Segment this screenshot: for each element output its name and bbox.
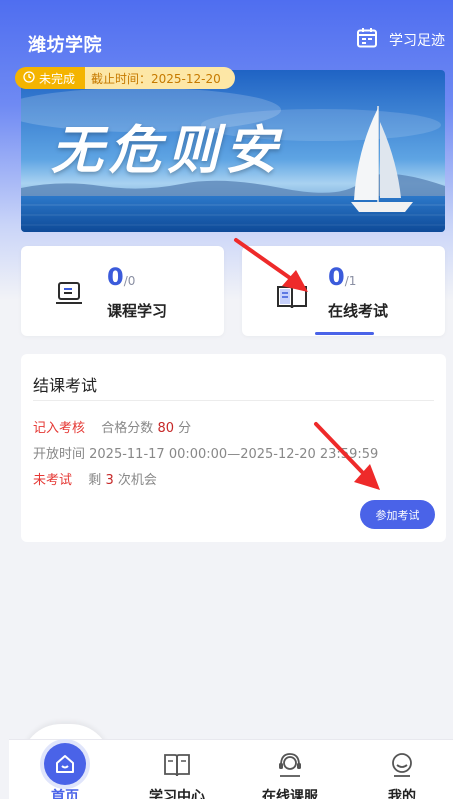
banner-slogan: 无危则安 — [51, 120, 284, 181]
home-icon[interactable] — [44, 743, 86, 785]
tab-study-center[interactable]: 学习中心 — [127, 740, 227, 799]
assess-tag: 记入考核 — [33, 421, 86, 436]
pass-score-unit: 分 — [178, 421, 192, 436]
chances-prefix: 剩 — [88, 473, 102, 488]
exam-requirements: 记入考核 合格分数 80 分 — [33, 417, 191, 436]
course-done-count: 0 — [107, 263, 124, 291]
pass-score: 80 — [157, 421, 174, 436]
book-open-icon — [162, 751, 192, 783]
exam-title: 结课考试 — [33, 376, 98, 395]
course-study-label: 课程学习 — [107, 302, 168, 320]
tab-me[interactable]: 我的 — [352, 740, 452, 799]
monitor-icon — [55, 281, 85, 311]
banner-image: 无危则安 — [21, 70, 445, 232]
tab-study-center-label: 学习中心 — [149, 789, 205, 799]
deadline-badge: 未完成 截止时间：2025-12-20 — [15, 67, 235, 89]
course-total-count: /0 — [123, 274, 136, 288]
status-badge: 未完成 — [15, 67, 86, 89]
course-progress: 0/0 — [107, 263, 135, 291]
tab-me-label: 我的 — [388, 789, 416, 799]
learning-footprint-button[interactable]: 学习足迹 — [355, 26, 445, 54]
exam-status-line: 未考试 剩 3 次机会 — [33, 469, 157, 488]
headset-icon — [275, 751, 305, 783]
online-exam-label: 在线考试 — [328, 302, 389, 320]
active-tab-underline — [315, 332, 374, 335]
exam-done-count: 0 — [328, 263, 345, 291]
deadline-text: 截止时间：2025-12-20 — [79, 67, 235, 89]
status-label: 未完成 — [39, 71, 76, 86]
user-icon — [387, 751, 417, 783]
divider — [33, 400, 434, 401]
pass-score-prefix: 合格分数 — [101, 421, 154, 436]
tab-online-service-label: 在线课服 — [262, 789, 318, 799]
clock-icon — [23, 70, 35, 86]
chances-suffix: 次机会 — [117, 473, 157, 488]
exam-status: 未考试 — [33, 473, 73, 488]
join-exam-button[interactable]: 参加考试 — [360, 500, 435, 529]
app-title: 潍坊学院 — [28, 35, 102, 56]
exam-total-count: /1 — [344, 274, 357, 288]
online-exam-card[interactable]: 0/1 在线考试 — [242, 246, 445, 336]
tab-home-label: 首页 — [51, 789, 79, 799]
exam-progress: 0/1 — [328, 263, 356, 291]
calendar-icon — [355, 26, 379, 54]
course-study-card[interactable]: 0/0 课程学习 — [21, 246, 224, 336]
tab-online-service[interactable]: 在线课服 — [240, 740, 340, 799]
chances-count: 3 — [105, 473, 114, 488]
exam-open-time: 开放时间 2025-11-17 00:00:00—2025-12-20 23:5… — [33, 447, 379, 462]
footprint-label: 学习足迹 — [389, 33, 445, 49]
book-icon — [275, 284, 309, 314]
exam-card: 结课考试 记入考核 合格分数 80 分 开放时间 2025-11-17 00:0… — [21, 354, 446, 542]
